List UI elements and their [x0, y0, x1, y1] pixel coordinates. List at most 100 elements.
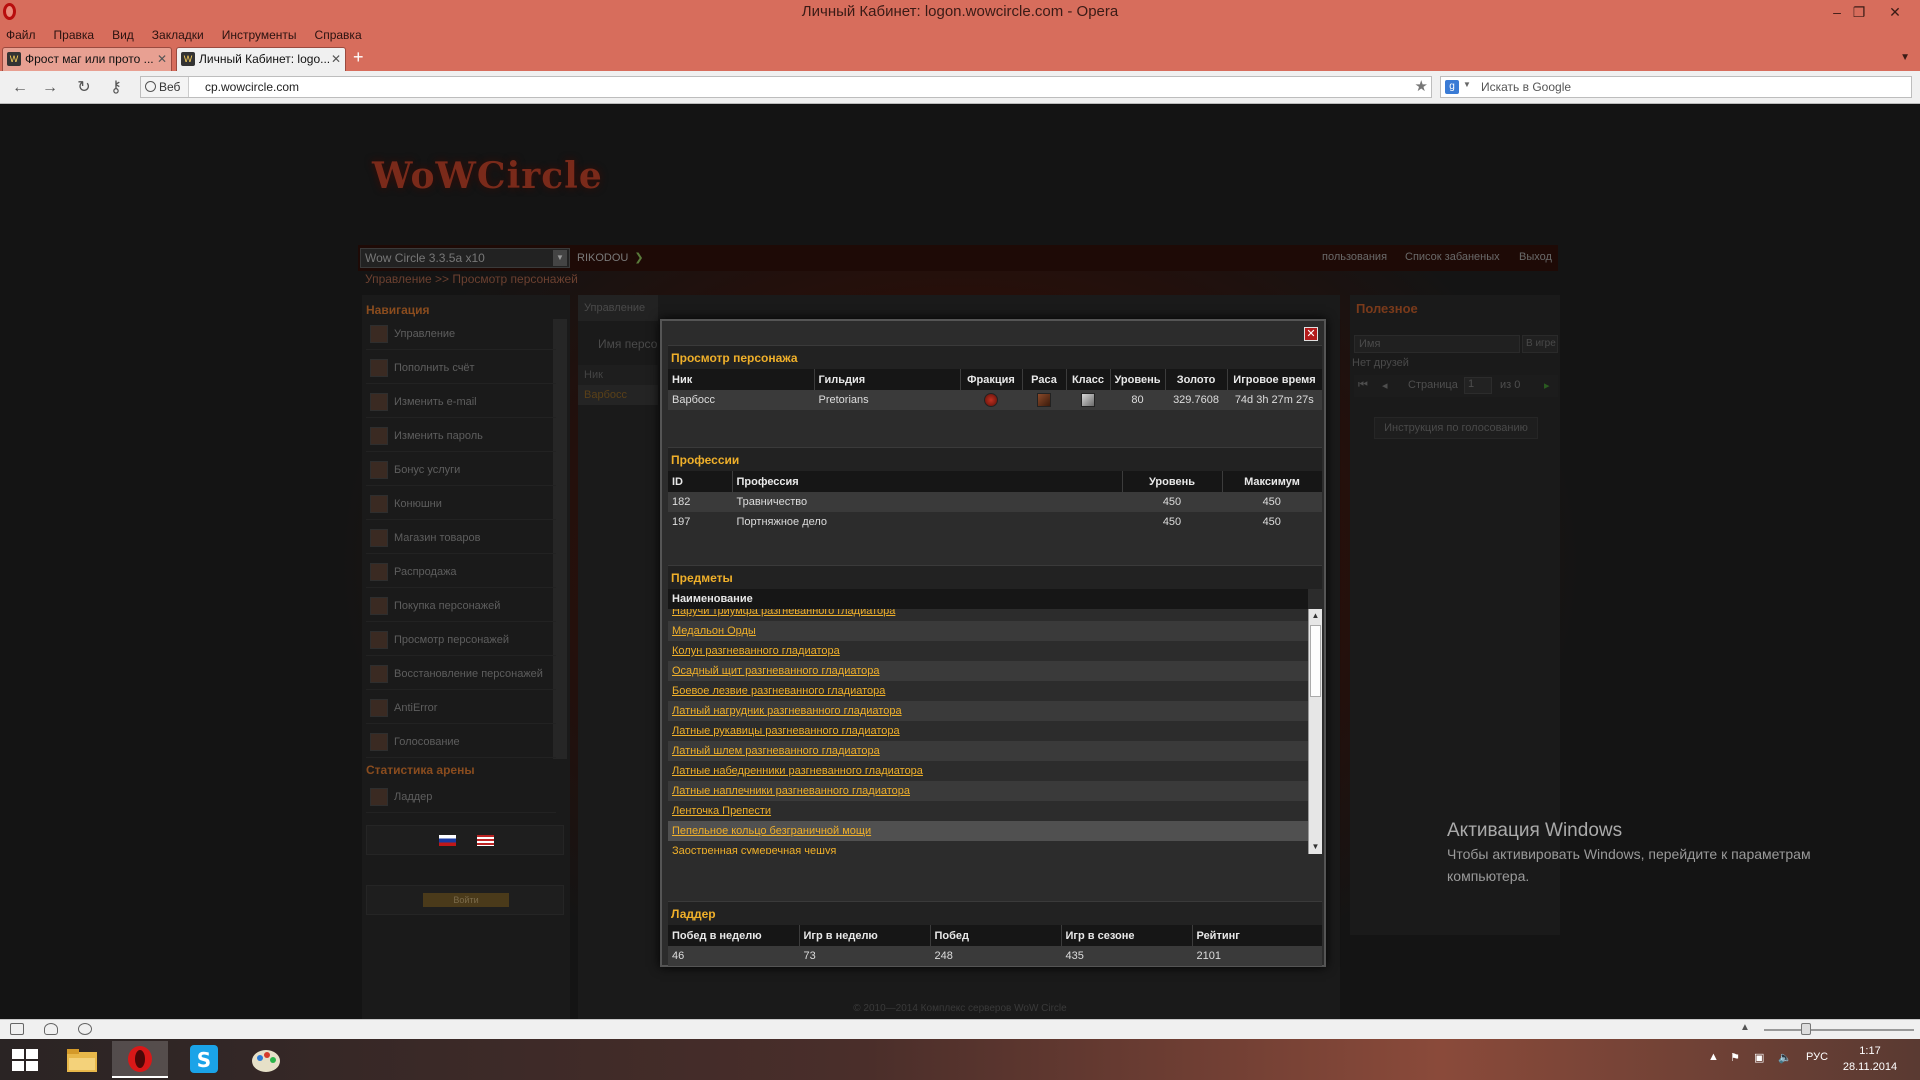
- opera-icon[interactable]: [112, 1041, 168, 1078]
- search-engine-dropdown-icon[interactable]: ▼: [1463, 80, 1471, 89]
- item-link[interactable]: Латные наплечники разгневанного гладиато…: [672, 785, 910, 797]
- sidebar-item-buy-chars[interactable]: Покупка персонажей: [366, 590, 556, 622]
- reload-button[interactable]: ↻: [74, 78, 94, 98]
- tab-personal-cabinet[interactable]: W Личный Кабинет: logo... ✕: [176, 47, 346, 71]
- item-link[interactable]: Заостренная сумеречная чешуя: [672, 845, 836, 854]
- google-icon[interactable]: g: [1445, 80, 1459, 94]
- close-icon[interactable]: ✕: [1304, 327, 1318, 341]
- windows-start-icon[interactable]: [12, 1049, 38, 1071]
- item-link[interactable]: Осадный щит разгневанного гладиатора: [672, 665, 880, 677]
- character-table: Ник Гильдия Фракция Раса Класс Уровень З…: [668, 369, 1322, 410]
- page-input[interactable]: 1: [1464, 377, 1492, 394]
- wowcircle-logo[interactable]: WoWCircle: [372, 155, 603, 197]
- friend-name-input[interactable]: Имя: [1354, 335, 1520, 353]
- action-center-icon[interactable]: ⚑: [1730, 1051, 1740, 1064]
- tab-frost-mage[interactable]: W Фрост маг или прото ... ✕: [2, 47, 172, 71]
- item-link[interactable]: Латные рукавицы разгневанного гладиатора: [672, 725, 900, 737]
- sidebar-item-ladder[interactable]: Ладдер: [366, 781, 556, 813]
- url-field[interactable]: Веб cp.wowcircle.com ★: [140, 76, 1432, 98]
- account-name[interactable]: RIKODOU ❯: [577, 251, 644, 264]
- item-link[interactable]: Медальон Орды: [672, 625, 756, 637]
- item-link[interactable]: Наручи триумфа разгневанного гладиатора: [672, 609, 895, 617]
- sidebar-item-restore-chars[interactable]: Восстановление персонажей: [366, 658, 556, 690]
- cloud-icon[interactable]: [44, 1023, 58, 1035]
- back-button[interactable]: ←: [10, 78, 30, 98]
- item-link[interactable]: Латный шлем разгневанного гладиатора: [672, 745, 880, 757]
- top-link-logout[interactable]: Выход: [1519, 251, 1552, 263]
- item-link[interactable]: Латный нагрудник разгневанного гладиатор…: [672, 705, 902, 717]
- item-link[interactable]: Пепельное кольцо безграничной мощи: [672, 825, 871, 837]
- items-scrollbar[interactable]: ▲ ▼: [1308, 609, 1322, 854]
- web-badge[interactable]: Веб: [141, 77, 190, 97]
- sidebar-item-antierror[interactable]: AntiError: [366, 692, 556, 724]
- menu-tools[interactable]: Инструменты: [213, 25, 306, 45]
- menu-bookmarks[interactable]: Закладки: [143, 25, 213, 45]
- zoom-up-icon[interactable]: ▲: [1740, 1022, 1750, 1033]
- item-link[interactable]: Ленточка Препести: [672, 805, 771, 817]
- menu-view[interactable]: Вид: [103, 25, 143, 45]
- chevron-down-icon: ▼: [553, 250, 567, 266]
- item-link[interactable]: Латные набедренники разгневанного гладиа…: [672, 765, 923, 777]
- skype-icon[interactable]: S: [176, 1041, 232, 1078]
- tab-close-icon[interactable]: ✕: [157, 48, 167, 70]
- language-indicator[interactable]: РУС: [1806, 1051, 1828, 1063]
- sidebar-item-shop[interactable]: Магазин товаров: [366, 522, 556, 554]
- sidebar-item-view-chars[interactable]: Просмотр персонажей: [366, 624, 556, 656]
- search-placeholder[interactable]: Искать в Google: [1481, 77, 1571, 97]
- login-button[interactable]: Войти: [423, 893, 509, 907]
- bg-row[interactable]: Варбосс: [578, 385, 658, 405]
- sidebar-item-topup[interactable]: Пополнить счёт: [366, 352, 556, 384]
- speed-icon[interactable]: [78, 1023, 92, 1035]
- scroll-thumb[interactable]: [1310, 625, 1321, 697]
- prof-level: 450: [1122, 492, 1222, 512]
- minimize-button[interactable]: –: [1826, 2, 1848, 22]
- zoom-slider-knob[interactable]: [1801, 1023, 1811, 1035]
- first-page-icon[interactable]: ⏮: [1358, 379, 1368, 392]
- close-window-button[interactable]: ✕: [1884, 2, 1906, 22]
- menu-file[interactable]: Файл: [0, 25, 45, 45]
- russian-flag-icon[interactable]: [439, 835, 456, 846]
- top-link-rules[interactable]: пользования: [1322, 251, 1387, 263]
- bookmark-star-icon[interactable]: ★: [1415, 77, 1428, 97]
- sidebar-item-vote[interactable]: Голосование: [366, 726, 556, 758]
- zoom-slider[interactable]: [1764, 1029, 1914, 1031]
- panel-toggle-icon[interactable]: [10, 1023, 24, 1035]
- network-icon[interactable]: ▣: [1754, 1051, 1764, 1064]
- forward-button[interactable]: →: [40, 78, 60, 98]
- vote-instruction-button[interactable]: Инструкция по голосованию: [1374, 417, 1538, 439]
- file-explorer-icon[interactable]: [54, 1041, 110, 1078]
- buy-character-icon: [370, 597, 388, 615]
- bg-tab[interactable]: Управление: [578, 295, 658, 321]
- sidebar-item-password[interactable]: Изменить пароль: [366, 420, 556, 452]
- key-icon[interactable]: ⚷: [106, 78, 126, 98]
- volume-icon[interactable]: 🔈: [1778, 1051, 1792, 1064]
- prev-page-icon[interactable]: ◂: [1382, 379, 1388, 392]
- sidebar-item-email[interactable]: Изменить e-mail: [366, 386, 556, 418]
- menu-help[interactable]: Справка: [306, 25, 371, 45]
- tray-expand-icon[interactable]: ▲: [1708, 1051, 1719, 1063]
- sidebar-item-sale[interactable]: Распродажа: [366, 556, 556, 588]
- item-link[interactable]: Боевое лезвие разгневанного гладиатора: [672, 685, 885, 697]
- sidebar-item-stables[interactable]: Конюшни: [366, 488, 556, 520]
- tab-list-icon[interactable]: ▼: [1900, 52, 1910, 63]
- col-level: Уровень: [1110, 369, 1166, 390]
- col-gold: Золото: [1165, 369, 1228, 390]
- search-field[interactable]: g ▼ Искать в Google: [1440, 76, 1912, 98]
- restore-button[interactable]: ❐: [1848, 2, 1870, 22]
- url-text[interactable]: cp.wowcircle.com: [205, 77, 299, 97]
- scroll-up-icon[interactable]: ▲: [1309, 609, 1322, 623]
- tab-close-icon[interactable]: ✕: [331, 48, 341, 70]
- clock[interactable]: 1:17 28.11.2014: [1830, 1043, 1910, 1075]
- english-flag-icon[interactable]: [477, 835, 494, 846]
- next-page-icon[interactable]: ▸: [1544, 379, 1550, 392]
- char-race: [1022, 390, 1066, 410]
- menu-edit[interactable]: Правка: [45, 25, 104, 45]
- sidebar-item-bonus[interactable]: Бонус услуги: [366, 454, 556, 486]
- item-link[interactable]: Колун разгневанного гладиатора: [672, 645, 840, 657]
- new-tab-button[interactable]: +: [353, 48, 364, 66]
- sidebar-item-manage[interactable]: Управление: [366, 318, 556, 350]
- scroll-down-icon[interactable]: ▼: [1309, 840, 1322, 854]
- server-select[interactable]: Wow Circle 3.3.5a x10 ▼: [360, 248, 570, 268]
- paint-icon[interactable]: [238, 1041, 294, 1078]
- top-link-banned[interactable]: Список забаненых: [1405, 251, 1500, 263]
